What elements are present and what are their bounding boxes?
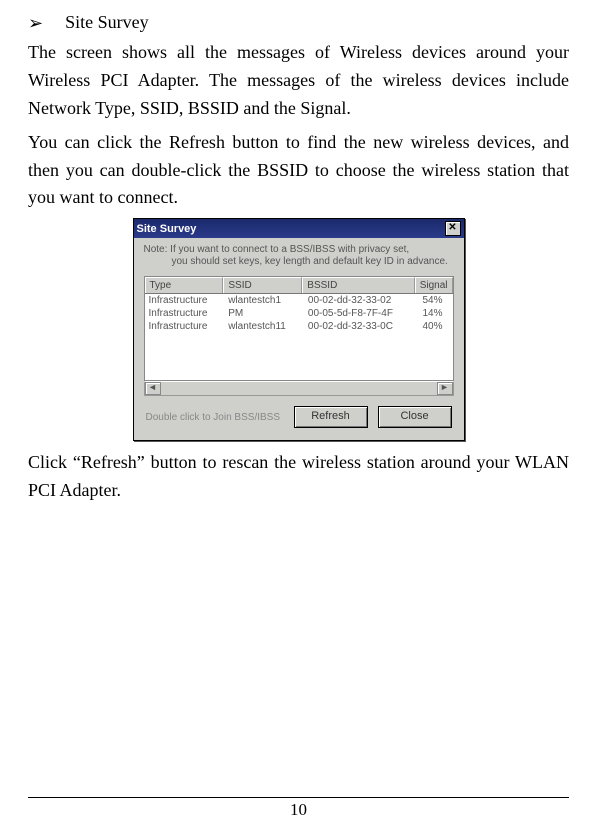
page-footer: 10 (28, 797, 569, 820)
dialog-footer: Double click to Join BSS/IBSS Refresh Cl… (134, 396, 464, 440)
dialog-container: Site Survey ✕ Note: If you want to conne… (28, 218, 569, 441)
header-ssid[interactable]: SSID (223, 277, 302, 293)
section-title: Site Survey (65, 12, 149, 33)
scroll-left-icon[interactable]: ◄ (145, 382, 161, 395)
dialog-note: Note: If you want to connect to a BSS/IB… (134, 238, 464, 276)
paragraph-2: You can click the Refresh button to find… (28, 129, 569, 213)
cell-bssid: 00-05-5d-F8-7F-4F (304, 307, 419, 320)
cell-signal: 14% (418, 307, 452, 320)
dialog-note-line2: you should set keys, key length and defa… (144, 256, 454, 268)
cell-ssid: PM (224, 307, 304, 320)
header-signal[interactable]: Signal (415, 277, 453, 293)
table-row[interactable]: Infrastructure wlantestch11 00-02-dd-32-… (145, 320, 453, 333)
cell-type: Infrastructure (145, 294, 225, 307)
cell-bssid: 00-02-dd-32-33-02 (304, 294, 419, 307)
header-type[interactable]: Type (145, 277, 224, 293)
refresh-button[interactable]: Refresh (294, 406, 368, 428)
cell-bssid: 00-02-dd-32-33-0C (304, 320, 419, 333)
dialog-title-text: Site Survey (137, 223, 197, 235)
paragraph-1: The screen shows all the messages of Wir… (28, 39, 569, 123)
site-survey-dialog: Site Survey ✕ Note: If you want to conne… (133, 218, 465, 441)
cell-type: Infrastructure (145, 320, 225, 333)
network-table: Type SSID BSSID Signal Infrastructure wl… (144, 276, 454, 381)
table-row[interactable]: Infrastructure wlantestch1 00-02-dd-32-3… (145, 294, 453, 307)
cell-signal: 54% (418, 294, 452, 307)
table-body: Infrastructure wlantestch1 00-02-dd-32-3… (145, 294, 453, 380)
paragraph-3: Click “Refresh” button to rescan the wir… (28, 449, 569, 505)
document-page: ➢ Site Survey The screen shows all the m… (0, 0, 597, 834)
close-icon[interactable]: ✕ (445, 221, 461, 236)
header-bssid[interactable]: BSSID (302, 277, 414, 293)
cell-ssid: wlantestch1 (224, 294, 304, 307)
page-number: 10 (290, 800, 307, 819)
close-button[interactable]: Close (378, 406, 452, 428)
table-row[interactable]: Infrastructure PM 00-05-5d-F8-7F-4F 14% (145, 307, 453, 320)
table-header-row: Type SSID BSSID Signal (145, 277, 453, 294)
bullet-heading: ➢ Site Survey (28, 12, 569, 33)
scroll-right-icon[interactable]: ► (437, 382, 453, 395)
cell-ssid: wlantestch11 (224, 320, 304, 333)
cell-type: Infrastructure (145, 307, 225, 320)
footer-hint: Double click to Join BSS/IBSS (146, 412, 284, 423)
bullet-arrow-icon: ➢ (28, 14, 43, 32)
dialog-note-line1: Note: If you want to connect to a BSS/IB… (144, 244, 410, 255)
horizontal-scrollbar[interactable]: ◄ ► (144, 381, 454, 396)
dialog-titlebar: Site Survey ✕ (134, 219, 464, 238)
cell-signal: 40% (418, 320, 452, 333)
